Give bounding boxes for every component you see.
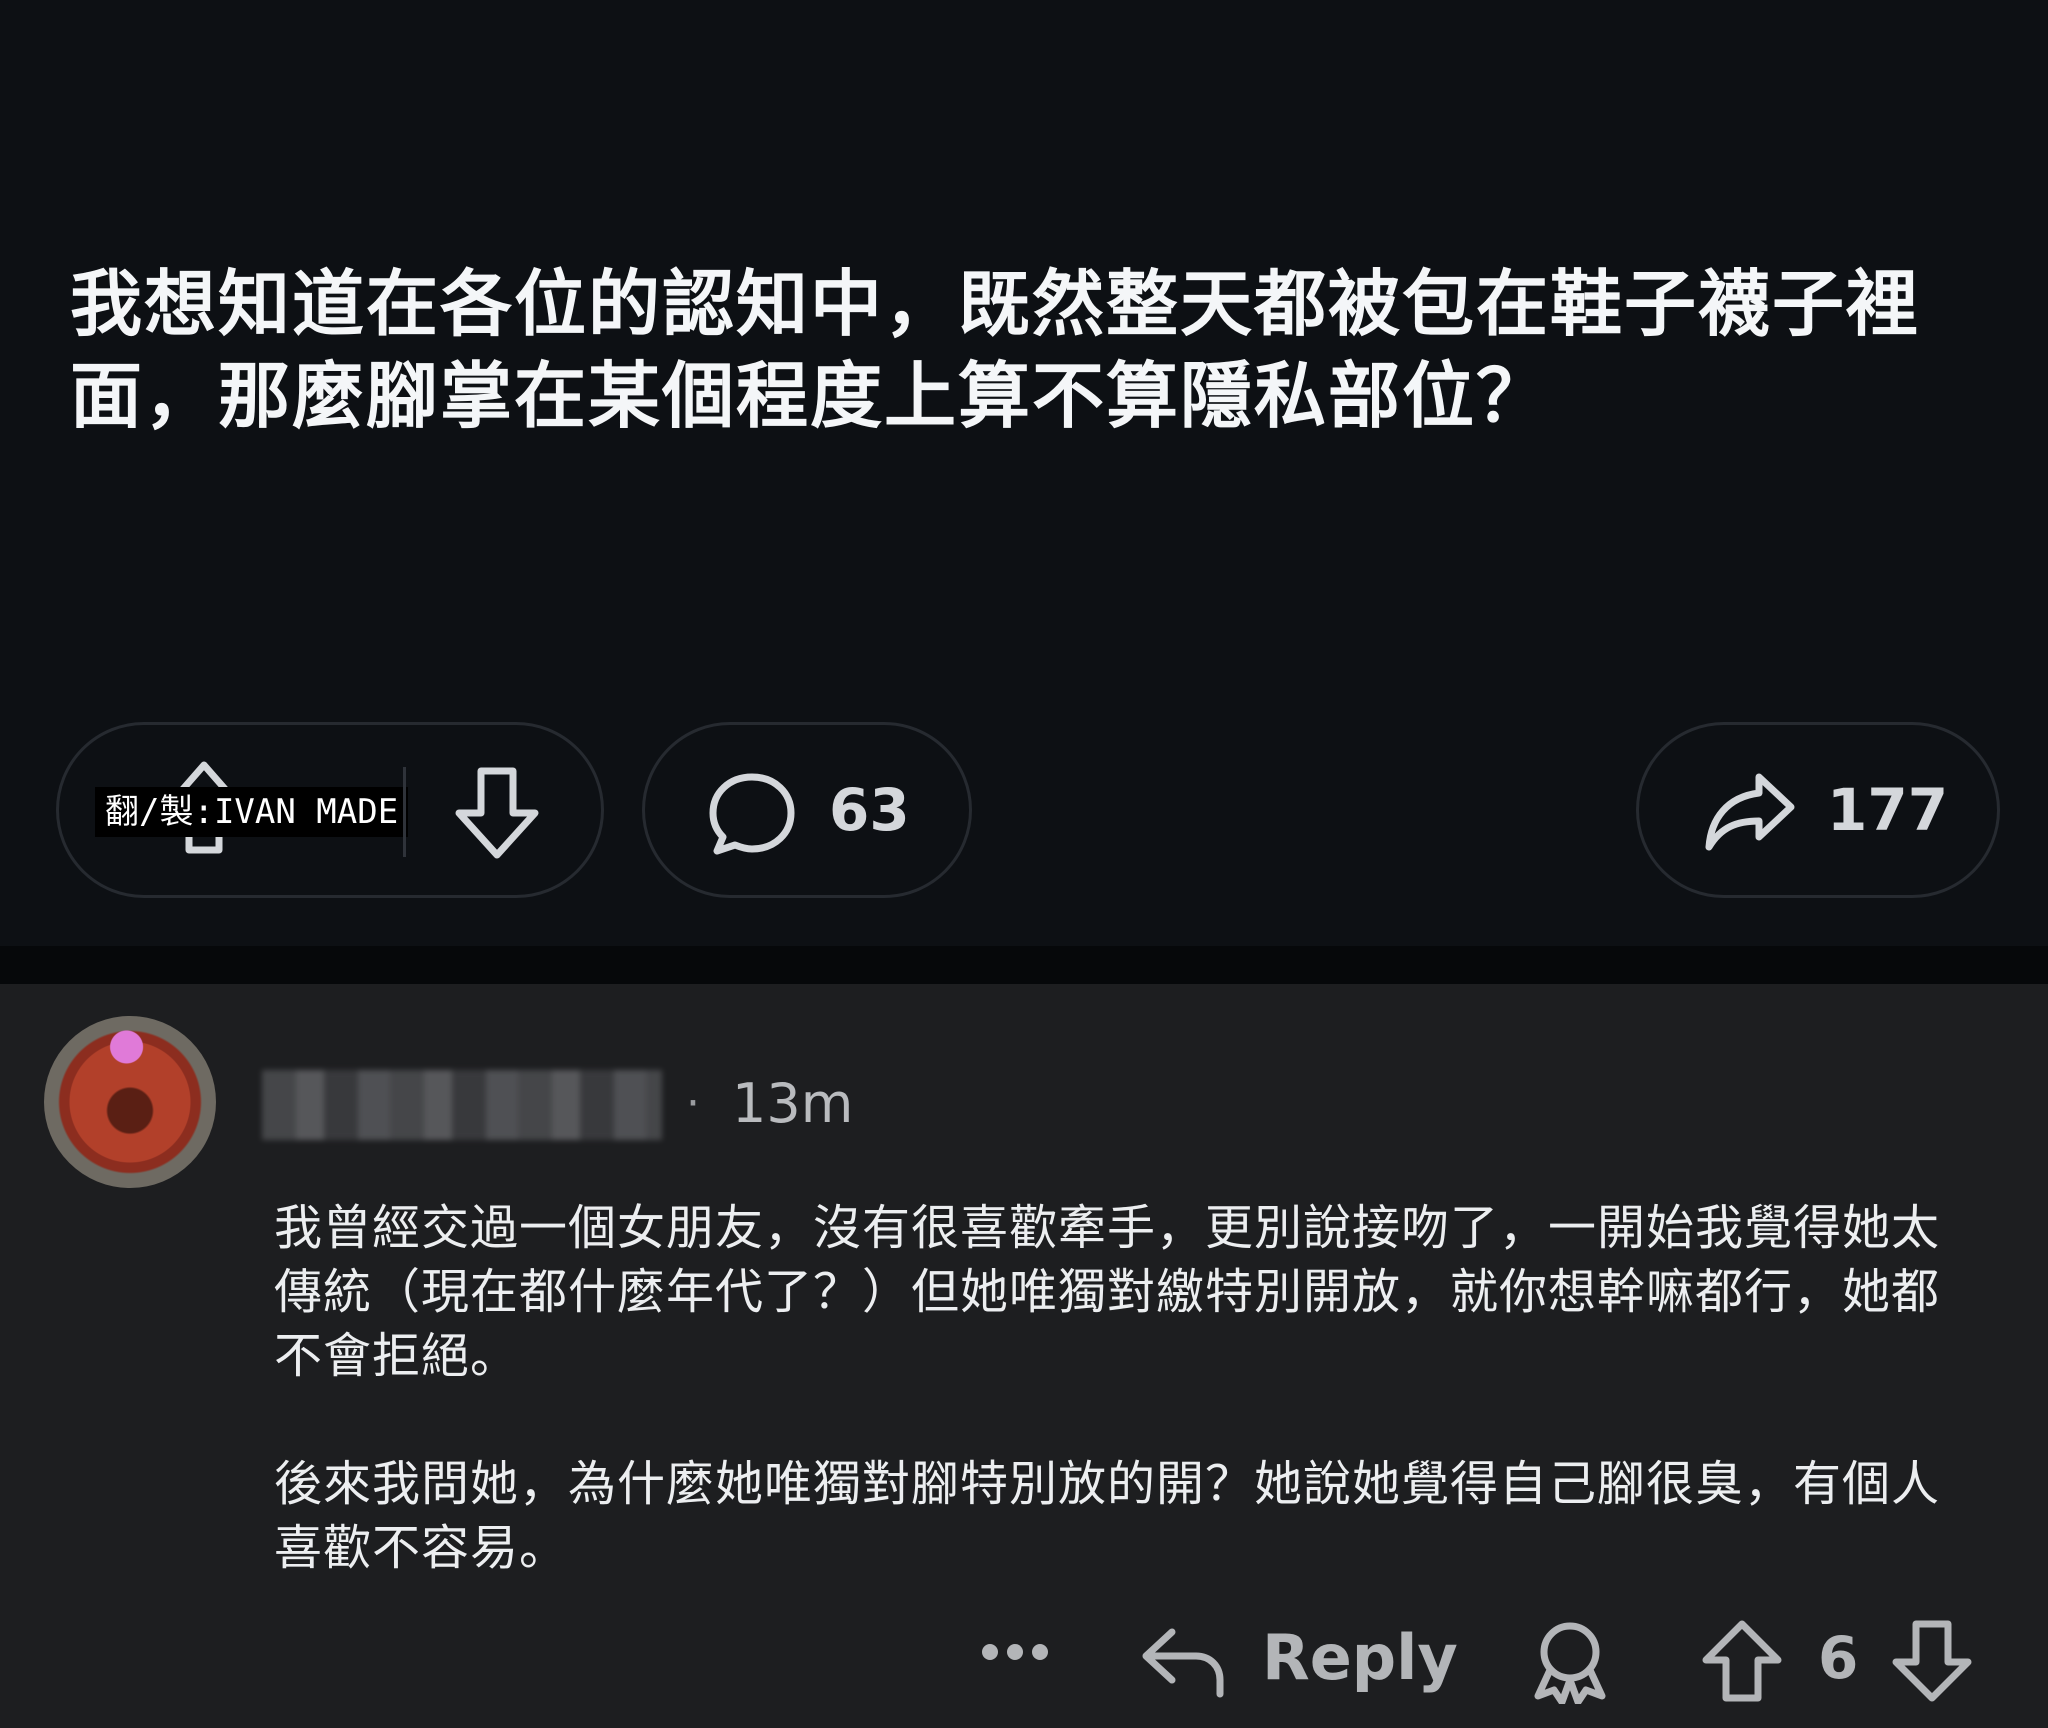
comment-score: 6	[1818, 1624, 1859, 1692]
post-card: 我想知道在各位的認知中，既然整天都被包在鞋子襪子裡面，那麼腳掌在某個程度上算不算…	[0, 0, 2048, 946]
award-icon[interactable]	[1528, 1618, 1612, 1704]
comment-timestamp: 13m	[732, 1072, 854, 1135]
share-arrow-icon	[1705, 773, 1795, 851]
vote-bar: 翻/製:IVAN MADE	[56, 722, 604, 898]
comment-actions: Reply 6	[0, 1604, 2048, 1704]
share-button[interactable]: 177	[1636, 722, 2000, 898]
comment-count: 63	[829, 776, 910, 844]
username-redacted[interactable]	[262, 1070, 662, 1140]
share-count: 177	[1827, 776, 1949, 844]
post-title[interactable]: 我想知道在各位的認知中，既然整天都被包在鞋子襪子裡面，那麼腳掌在某個程度上算不算…	[70, 258, 2000, 442]
avatar[interactable]	[44, 1016, 216, 1188]
section-divider	[0, 946, 2048, 984]
ellipsis-icon[interactable]	[980, 1642, 1050, 1662]
upvote-arrow-icon[interactable]	[1700, 1618, 1784, 1704]
speech-bubble-icon	[709, 773, 795, 855]
reply-arrow-icon[interactable]	[1140, 1626, 1226, 1698]
vote-divider	[403, 767, 406, 857]
comment-paragraph-1: 我曾經交過一個女朋友，沒有很喜歡牽手，更別說接吻了，一開始我覺得她太傳統（現在都…	[274, 1200, 1941, 1384]
downvote-arrow-icon[interactable]	[1890, 1618, 1974, 1704]
reply-button[interactable]: Reply	[1262, 1618, 1458, 1698]
watermark-label: 翻/製:IVAN MADE	[95, 787, 409, 837]
comment-paragraph-2: 後來我問她，為什麼她唯獨對腳特別放的開？她說她覺得自己腳很臭，有個人喜歡不容易。	[274, 1456, 1941, 1576]
comment-body: 我曾經交過一個女朋友，沒有很喜歡牽手，更別說接吻了，一開始我覺得她太傳統（現在都…	[274, 1196, 1984, 1580]
downvote-arrow-icon[interactable]	[451, 763, 543, 863]
meta-separator: ·	[686, 1078, 700, 1129]
comment-card: · 13m 我曾經交過一個女朋友，沒有很喜歡牽手，更別說接吻了，一開始我覺得她太…	[0, 984, 2048, 1728]
comments-button[interactable]: 63	[642, 722, 972, 898]
